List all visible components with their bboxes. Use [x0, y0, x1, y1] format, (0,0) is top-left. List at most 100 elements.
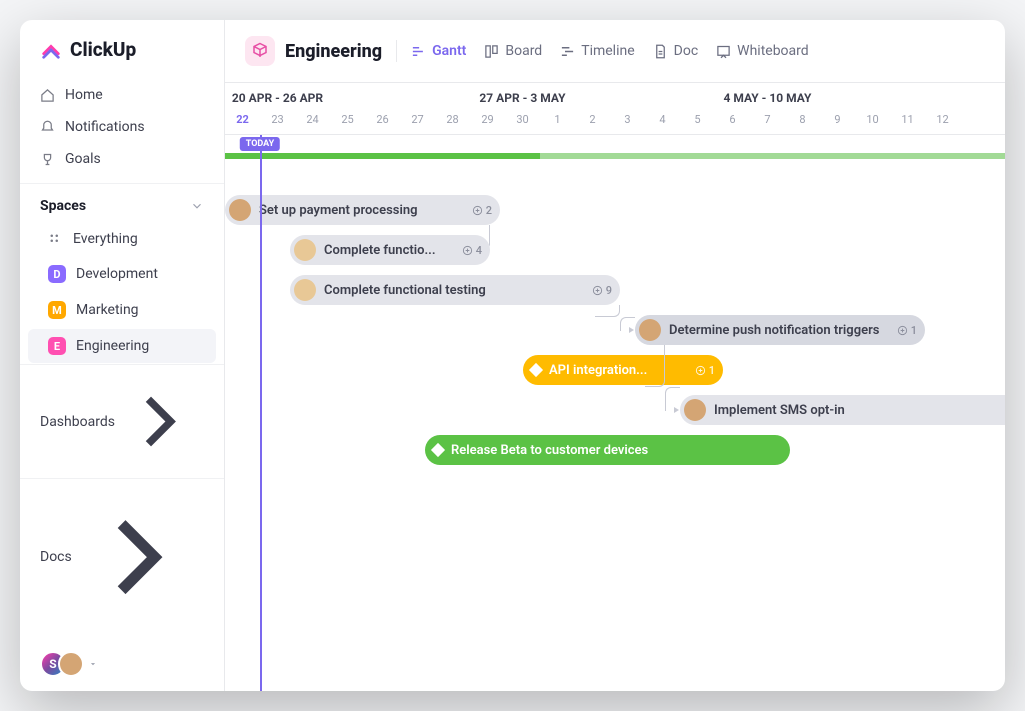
task-name: API integration... — [549, 363, 647, 378]
task-name: Complete functio... — [324, 243, 436, 258]
day-label: 9 — [820, 109, 855, 134]
sidebar-item-label: Engineering — [76, 338, 149, 354]
space-badge: E — [48, 337, 66, 355]
day-label: 8 — [785, 109, 820, 134]
logo[interactable]: ClickUp — [20, 20, 224, 79]
today-badge: TODAY — [240, 137, 280, 151]
gantt-body[interactable]: TODAY Set up payment processing 2 — [225, 135, 1005, 691]
subtask-icon — [462, 245, 473, 256]
subtask-count: 1 — [695, 364, 715, 377]
clickup-logo-icon — [40, 39, 62, 61]
tab-whiteboard[interactable]: Whiteboard — [716, 43, 809, 59]
nav-label: Goals — [65, 151, 101, 167]
workspace-name: Engineering — [285, 41, 382, 62]
week-label: 27 APR - 3 MAY — [400, 83, 645, 109]
sidebar-item-label: Docs — [40, 549, 72, 565]
space-badge: D — [48, 265, 66, 283]
nav-label: Notifications — [65, 119, 145, 135]
day-label: 25 — [330, 109, 365, 134]
subtask-icon — [592, 285, 603, 296]
tab-label: Gantt — [432, 43, 466, 59]
timeline-header: 20 APR - 26 APR 27 APR - 3 MAY 4 MAY - 1… — [225, 83, 1005, 135]
day-label: 22 — [225, 109, 260, 134]
task-bar[interactable]: Complete functio... 4 — [290, 235, 490, 265]
subtask-icon — [897, 325, 908, 336]
timeline-icon — [560, 44, 575, 59]
avatar — [58, 651, 84, 677]
subtask-icon — [472, 205, 483, 216]
sidebar-item-label: Dashboards — [40, 414, 115, 430]
day-label: 1 — [540, 109, 575, 134]
day-row: 2021222324252627282930123456789101112 — [225, 109, 1005, 134]
chevron-right-icon — [115, 377, 204, 466]
week-label: 4 MAY - 10 MAY — [645, 83, 890, 109]
subtask-icon — [695, 365, 706, 376]
task-bar[interactable]: API integration... 1 — [523, 355, 723, 385]
doc-icon — [653, 44, 668, 59]
milestone-icon — [529, 363, 543, 377]
nav-home[interactable]: Home — [20, 79, 224, 111]
nav-goals[interactable]: Goals — [20, 143, 224, 175]
day-label: 2 — [575, 109, 610, 134]
task-name: Determine push notification triggers — [669, 323, 879, 338]
workspace-chip[interactable]: Engineering — [245, 36, 382, 66]
tab-label: Doc — [674, 43, 699, 59]
day-label: 30 — [505, 109, 540, 134]
brand-name: ClickUp — [70, 38, 136, 61]
day-label: 24 — [295, 109, 330, 134]
sidebar-item-label: Everything — [73, 231, 138, 247]
subtask-count: 4 — [462, 244, 482, 257]
day-label: 12 — [925, 109, 960, 134]
task-bar[interactable]: Implement SMS opt-in — [680, 395, 1005, 425]
section-label: Spaces — [40, 198, 86, 214]
grid-dots-icon — [48, 232, 63, 247]
task-bar[interactable]: Determine push notification triggers 1 — [635, 315, 925, 345]
chevron-right-icon — [72, 491, 204, 623]
tab-board[interactable]: Board — [484, 43, 542, 59]
day-label: 5 — [680, 109, 715, 134]
divider — [396, 40, 397, 62]
day-label: 23 — [260, 109, 295, 134]
spaces-section-header[interactable]: Spaces — [20, 183, 224, 222]
sidebar-dashboards[interactable]: Dashboards — [20, 364, 224, 478]
sidebar-item-everything[interactable]: Everything — [28, 223, 216, 255]
day-label: 11 — [890, 109, 925, 134]
day-label: 10 — [855, 109, 890, 134]
day-label: 7 — [750, 109, 785, 134]
sidebar-item-marketing[interactable]: M Marketing — [28, 293, 216, 327]
task-name: Release Beta to customer devices — [451, 443, 648, 458]
nav-notifications[interactable]: Notifications — [20, 111, 224, 143]
tab-doc[interactable]: Doc — [653, 43, 699, 59]
day-label: 29 — [470, 109, 505, 134]
avatar — [229, 199, 251, 221]
avatar — [639, 319, 661, 341]
avatar — [294, 279, 316, 301]
day-label: 4 — [645, 109, 680, 134]
day-label: 3 — [610, 109, 645, 134]
task-bar[interactable]: Complete functional testing 9 — [290, 275, 620, 305]
user-avatars[interactable]: S — [20, 637, 224, 691]
task-bar[interactable]: Set up payment processing 2 — [225, 195, 500, 225]
task-name: Set up payment processing — [259, 203, 417, 218]
subtask-count: 2 — [472, 204, 492, 217]
whiteboard-icon — [716, 44, 731, 59]
chevron-down-icon — [190, 199, 204, 213]
sidebar-item-development[interactable]: D Development — [28, 257, 216, 291]
task-name: Complete functional testing — [324, 283, 486, 298]
cube-icon — [245, 36, 275, 66]
sidebar-docs[interactable]: Docs — [20, 478, 224, 635]
day-label: 28 — [435, 109, 470, 134]
chevron-down-icon — [88, 659, 98, 669]
home-icon — [40, 88, 55, 103]
subtask-count: 1 — [897, 324, 917, 337]
tab-gantt[interactable]: Gantt — [411, 43, 466, 59]
sidebar-item-engineering[interactable]: E Engineering — [28, 329, 216, 363]
day-label: 27 — [400, 109, 435, 134]
task-bar[interactable]: Release Beta to customer devices — [425, 435, 790, 465]
avatar — [684, 399, 706, 421]
gantt-icon — [411, 44, 426, 59]
nav-label: Home — [65, 87, 103, 103]
bell-icon — [40, 120, 55, 135]
tab-timeline[interactable]: Timeline — [560, 43, 634, 59]
task-name: Implement SMS opt-in — [714, 403, 845, 418]
